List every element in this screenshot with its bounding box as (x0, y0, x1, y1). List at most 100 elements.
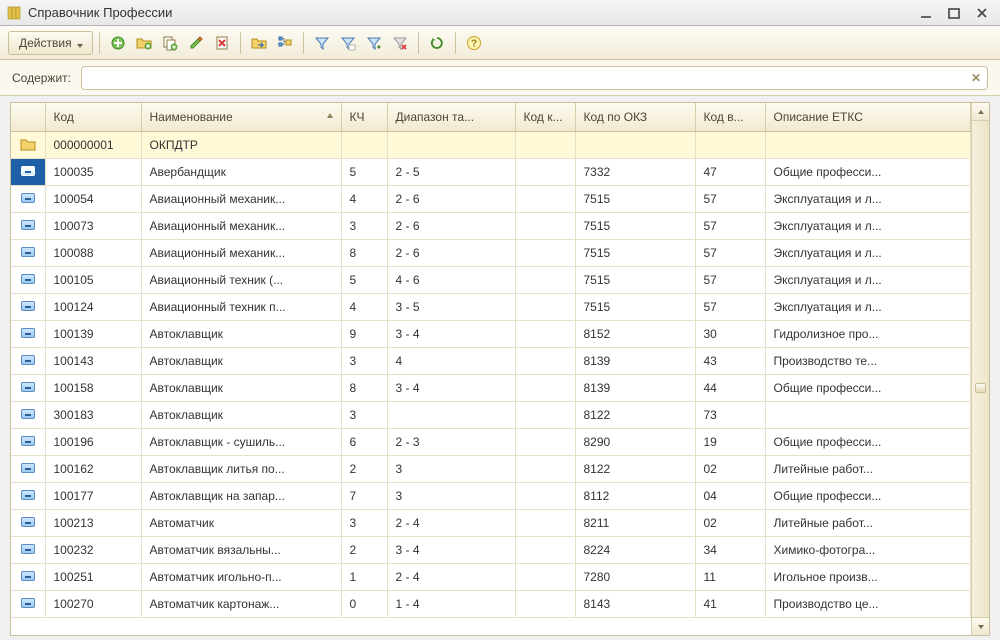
cell-okz: 7332 (575, 158, 695, 185)
cell-kodk (515, 563, 575, 590)
column-header-name[interactable]: Наименование (141, 103, 341, 131)
filter-button[interactable] (310, 31, 334, 55)
toolbar-separator (99, 32, 100, 54)
cell-okz: 8122 (575, 455, 695, 482)
column-header-kch[interactable]: КЧ (341, 103, 387, 131)
cell-kodk (515, 185, 575, 212)
cell-range: 2 - 3 (387, 428, 515, 455)
cell-kch: 4 (341, 185, 387, 212)
window-titlebar: Справочник Профессии (0, 0, 1000, 26)
table-row[interactable]: 100213Автоматчик32 - 4821102Литейные раб… (11, 509, 971, 536)
scroll-up-button[interactable] (972, 103, 989, 121)
cell-kch: 3 (341, 509, 387, 536)
refresh-button[interactable] (425, 31, 449, 55)
column-header-code[interactable]: Код (45, 103, 141, 131)
copy-button[interactable] (158, 31, 182, 55)
table-row[interactable]: 100035Авербандщик52 - 5733247Общие профе… (11, 158, 971, 185)
cell-okz: 8211 (575, 509, 695, 536)
svg-text:?: ? (471, 38, 477, 49)
cell-kch (341, 131, 387, 158)
hierarchy-button[interactable] (273, 31, 297, 55)
edit-button[interactable] (184, 31, 208, 55)
column-header-desc[interactable]: Описание ЕТКС (765, 103, 971, 131)
table-row[interactable]: 100251Автоматчик игольно-п...12 - 472801… (11, 563, 971, 590)
table-row[interactable]: 100088Авиационный механик...82 - 6751557… (11, 239, 971, 266)
cell-kodv: 19 (695, 428, 765, 455)
cell-kch: 3 (341, 401, 387, 428)
filter-history-button[interactable] (362, 31, 386, 55)
cell-name: Авиационный механик... (141, 239, 341, 266)
clear-search-button[interactable]: ✕ (967, 69, 985, 87)
table-row[interactable]: 300183Автоклавщик3812273 (11, 401, 971, 428)
cell-kodv: 41 (695, 590, 765, 617)
toolbar-separator (303, 32, 304, 54)
item-icon (21, 382, 35, 392)
table-row[interactable]: 100124Авиационный техник п...43 - 575155… (11, 293, 971, 320)
cell-okz: 7515 (575, 185, 695, 212)
cell-kch: 2 (341, 536, 387, 563)
data-grid: Код Наименование КЧ Диапазон та... Код к… (10, 102, 990, 636)
table-row[interactable]: 100158Автоклавщик83 - 4813944Общие профе… (11, 374, 971, 401)
delete-button[interactable] (210, 31, 234, 55)
table-row[interactable]: 100139Автоклавщик93 - 4815230Гидролизное… (11, 320, 971, 347)
add-button[interactable] (106, 31, 130, 55)
vertical-scrollbar[interactable] (971, 103, 989, 635)
table-row[interactable]: 100177Автоклавщик на запар...73811204Общ… (11, 482, 971, 509)
maximize-button[interactable] (946, 5, 962, 21)
cell-kodv: 57 (695, 293, 765, 320)
cell-kch: 5 (341, 158, 387, 185)
cell-okz: 8152 (575, 320, 695, 347)
cell-name: Автоматчик картонаж... (141, 590, 341, 617)
cell-kodk (515, 158, 575, 185)
sort-ascending-icon (325, 110, 335, 124)
actions-menu-button[interactable]: Действия (8, 31, 93, 55)
search-row: Содержит: ✕ (0, 60, 1000, 96)
column-header-range[interactable]: Диапазон та... (387, 103, 515, 131)
filter-by-value-button[interactable] (336, 31, 360, 55)
cell-kch: 6 (341, 428, 387, 455)
item-icon (21, 517, 35, 527)
add-folder-button[interactable] (132, 31, 156, 55)
cell-kodk (515, 293, 575, 320)
help-button[interactable]: ? (462, 31, 486, 55)
column-header-kodk[interactable]: Код к... (515, 103, 575, 131)
table-row[interactable]: 100232Автоматчик вязальны...23 - 4822434… (11, 536, 971, 563)
table-row[interactable]: 100054Авиационный механик...42 - 6751557… (11, 185, 971, 212)
cell-okz (575, 131, 695, 158)
column-header-kodv[interactable]: Код в... (695, 103, 765, 131)
scroll-down-button[interactable] (972, 617, 989, 635)
cell-okz: 7515 (575, 293, 695, 320)
scroll-thumb[interactable] (975, 383, 986, 393)
cell-name: Автоматчик игольно-п... (141, 563, 341, 590)
cell-range: 2 - 4 (387, 563, 515, 590)
cell-kodv: 04 (695, 482, 765, 509)
item-icon-cell (11, 212, 45, 239)
cell-code: 100232 (45, 536, 141, 563)
item-icon (21, 247, 35, 257)
table-row[interactable]: 100105Авиационный техник (...54 - 675155… (11, 266, 971, 293)
table-row[interactable]: 100162Автоклавщик литья по...23812202Лит… (11, 455, 971, 482)
cell-code: 100251 (45, 563, 141, 590)
column-header-okz[interactable]: Код по ОКЗ (575, 103, 695, 131)
minimize-button[interactable] (918, 5, 934, 21)
table-row[interactable]: 100143Автоклавщик34813943Производство те… (11, 347, 971, 374)
column-header-icon[interactable] (11, 103, 45, 131)
item-icon-cell (11, 482, 45, 509)
table-row[interactable]: 100270Автоматчик картонаж...01 - 4814341… (11, 590, 971, 617)
cell-desc: Литейные работ... (765, 509, 971, 536)
table-row[interactable]: 100196Автоклавщик - сушиль...62 - 382901… (11, 428, 971, 455)
cell-kch: 0 (341, 590, 387, 617)
table-row[interactable]: 000000001ОКПДТР (11, 131, 971, 158)
item-icon-cell (11, 158, 45, 185)
cell-desc: Общие професси... (765, 374, 971, 401)
cell-code: 100143 (45, 347, 141, 374)
cell-kodv: 57 (695, 239, 765, 266)
cell-desc: Общие професси... (765, 158, 971, 185)
search-input[interactable] (88, 70, 967, 86)
clear-filter-button[interactable] (388, 31, 412, 55)
table-row[interactable]: 100073Авиационный механик...32 - 6751557… (11, 212, 971, 239)
cell-name: ОКПДТР (141, 131, 341, 158)
move-folder-button[interactable] (247, 31, 271, 55)
close-button[interactable] (974, 5, 990, 21)
cell-okz: 7280 (575, 563, 695, 590)
